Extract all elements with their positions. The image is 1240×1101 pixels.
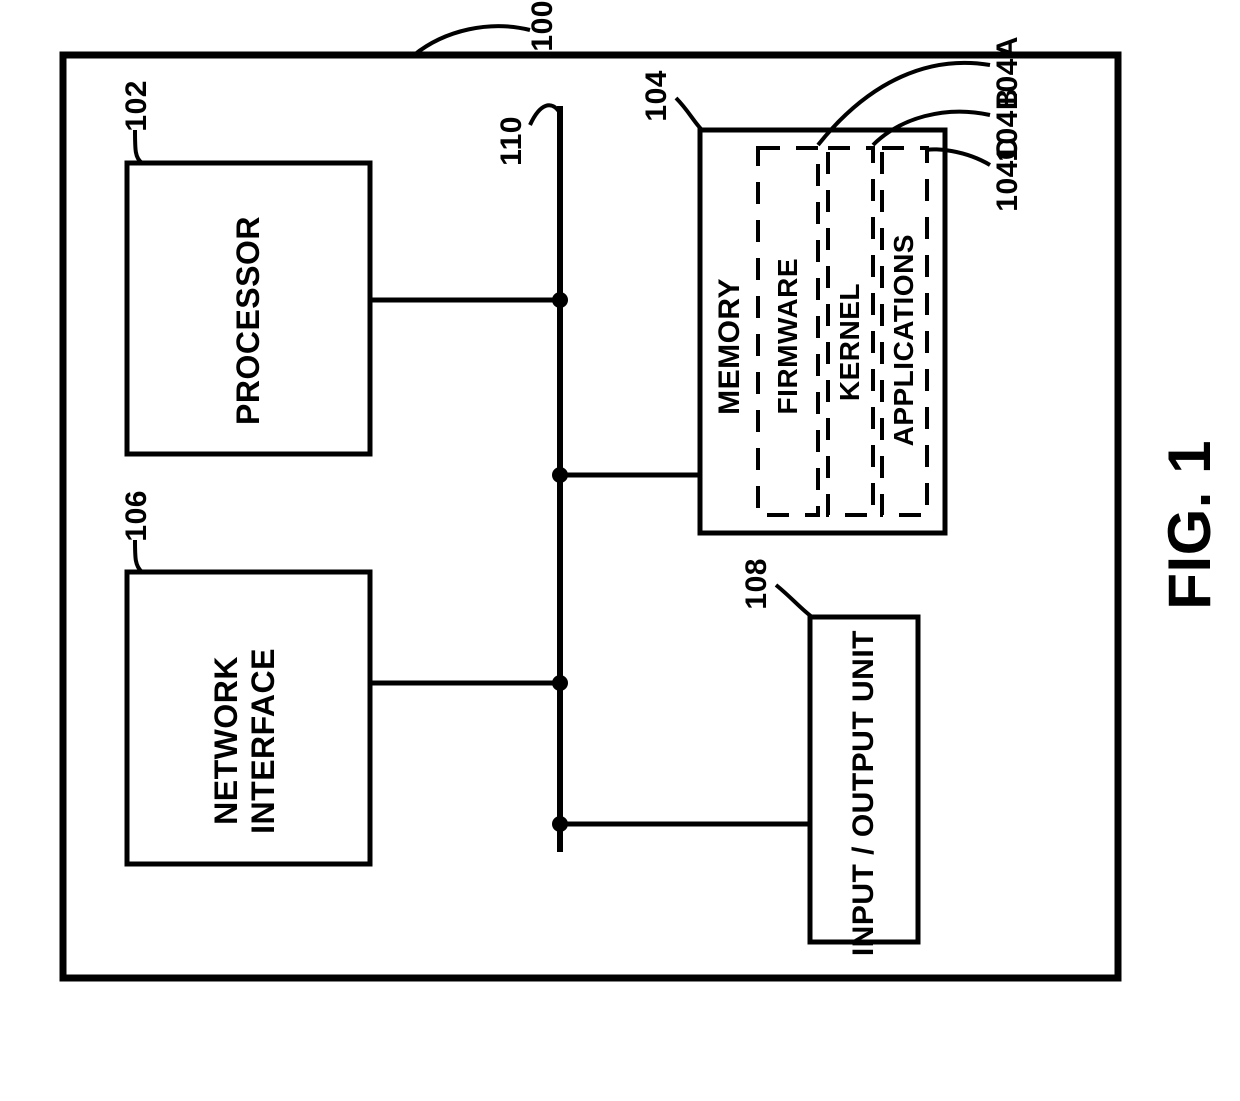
- network-interface-label: NETWORKINTERFACE: [208, 648, 282, 834]
- leader-108: [776, 585, 812, 617]
- diagram-page: FIG. 1 100 110 102 106 104 108 104A 104B…: [0, 0, 1240, 1101]
- bus-junction-network: [552, 675, 568, 691]
- leader-110: [530, 105, 560, 125]
- leader-104: [676, 98, 702, 130]
- ref-110: 110: [495, 116, 529, 166]
- io-unit-label: INPUT / OUTPUT UNIT: [847, 630, 881, 956]
- bus-junction-processor: [552, 292, 568, 308]
- memory-applications-label: APPLICATIONS: [888, 234, 920, 446]
- ref-106: 106: [120, 490, 154, 542]
- leader-100: [414, 26, 530, 55]
- ref-104c: 104C: [991, 138, 1025, 212]
- leader-104c: [927, 149, 990, 165]
- bus-junction-io: [552, 816, 568, 832]
- bus-junction-memory: [552, 467, 568, 483]
- ref-108: 108: [740, 558, 774, 610]
- memory-firmware-label: FIRMWARE: [772, 258, 804, 414]
- leader-102: [135, 130, 142, 163]
- diagram-svg: [0, 0, 1240, 1101]
- processor-label: PROCESSOR: [230, 216, 267, 425]
- ref-102: 102: [120, 80, 154, 132]
- ref-104: 104: [640, 70, 674, 122]
- memory-label: MEMORY: [713, 278, 747, 415]
- ref-100: 100: [526, 0, 560, 52]
- memory-kernel-label: KERNEL: [834, 283, 866, 401]
- leader-104a: [818, 63, 990, 145]
- outer-block: [63, 55, 1118, 978]
- figure-caption: FIG. 1: [1155, 440, 1224, 610]
- leader-106: [135, 540, 142, 572]
